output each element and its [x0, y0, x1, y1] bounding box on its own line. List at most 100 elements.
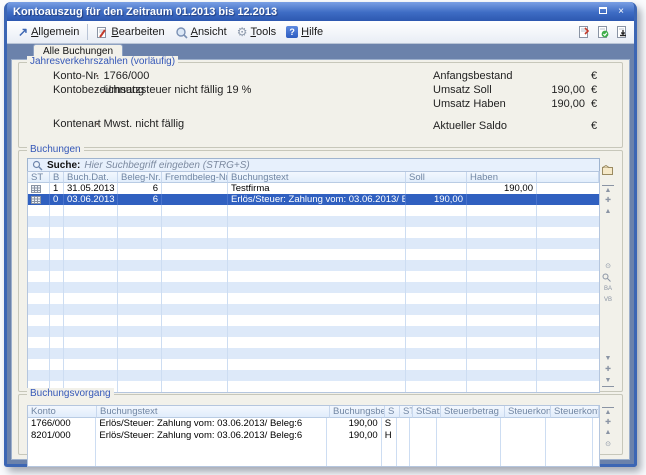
scroll-down-icon[interactable]: ▼ [602, 354, 614, 365]
table-cell-fremdbeleg [162, 315, 228, 326]
table-row[interactable]: 131.05.20136Testfirma190,00 [28, 183, 599, 194]
table-empty-row[interactable] [28, 326, 599, 337]
table-cell-steuerkonto1 [501, 442, 547, 454]
scroll-last-icon[interactable]: ▼ [602, 376, 614, 387]
column-header[interactable]: Haben [467, 172, 537, 183]
table-cell-text [96, 442, 327, 454]
filter-icon[interactable]: ⊙ [602, 440, 614, 450]
bookings-group-title: Buchungen [27, 144, 84, 155]
table-cell-haben [467, 271, 537, 282]
table-empty-row[interactable] [28, 315, 599, 326]
table-empty-row[interactable] [28, 304, 599, 315]
table-empty-row[interactable] [28, 238, 599, 249]
approve-document-icon[interactable] [596, 25, 609, 39]
table-cell-b [50, 315, 64, 326]
close-icon[interactable]: × [614, 6, 628, 18]
ba-icon[interactable]: BA [602, 284, 614, 295]
restore-icon[interactable] [596, 6, 610, 18]
column-header[interactable]: Beleg-Nr. [118, 172, 162, 183]
menu-bearbeiten[interactable]: Bearbeiten [91, 24, 169, 41]
column-header[interactable]: Buchungstext [228, 172, 406, 183]
scroll-up-icon[interactable]: ▲ [602, 428, 614, 438]
table-empty-row[interactable] [28, 260, 599, 271]
table-row[interactable]: 003.06.20136Erlös/Steuer: Zahlung vom: 0… [28, 194, 599, 205]
table-empty-row[interactable] [28, 348, 599, 359]
table-empty-row[interactable] [28, 293, 599, 304]
table-empty-row[interactable] [28, 227, 599, 238]
table-cell-betrag: 190,00 [327, 430, 382, 442]
table-cell-text [228, 337, 406, 348]
table-empty-row[interactable] [28, 370, 599, 381]
scroll-page-up-icon[interactable]: ✚ [602, 196, 614, 207]
table-cell-date [64, 238, 118, 249]
column-options-icon[interactable] [602, 165, 614, 176]
table-cell-beleg [118, 370, 162, 381]
table-cell-haben: 190,00 [467, 183, 537, 194]
scroll-first-icon[interactable]: ▲ [602, 185, 614, 196]
table-cell-steuerkonto2 [546, 442, 593, 454]
table-cell-date [64, 293, 118, 304]
column-header[interactable]: ST [28, 172, 50, 183]
table-cell-fremdbeleg [162, 183, 228, 194]
report-document-icon[interactable] [577, 25, 590, 39]
table-empty-row[interactable] [28, 454, 599, 466]
column-header[interactable]: B [50, 172, 64, 183]
export-document-icon[interactable] [615, 25, 628, 39]
table-header-row: STBBuch.Dat.Beleg-Nr.Fremdbeleg-Nr.Buchu… [28, 172, 599, 183]
table-empty-row[interactable] [28, 282, 599, 293]
table-cell-spacer [537, 216, 599, 227]
column-header[interactable]: Fremdbeleg-Nr. [162, 172, 228, 183]
column-header[interactable]: Buchungstext [97, 406, 330, 418]
vb-icon[interactable]: VB [602, 295, 614, 306]
menu-ansicht[interactable]: Ansicht [170, 24, 232, 41]
menu-tools[interactable]: ⚙ Tools [232, 24, 281, 40]
column-header[interactable]: Steuerkonto 2 [551, 406, 599, 418]
table-cell-beleg [118, 315, 162, 326]
column-header[interactable]: StSatz [413, 406, 441, 418]
table-empty-row[interactable] [28, 359, 599, 370]
table-empty-row[interactable] [28, 249, 599, 260]
table-empty-row[interactable] [28, 271, 599, 282]
column-header[interactable]: Steuerbetrag [441, 406, 505, 418]
table-cell-spacer [593, 442, 599, 454]
column-header[interactable]: ST [400, 406, 413, 418]
table-cell-fremdbeleg [162, 337, 228, 348]
scroll-page-down-icon[interactable]: ✚ [602, 365, 614, 376]
table-empty-row[interactable] [28, 205, 599, 216]
menu-allgemein[interactable]: ↗ Allgemein [13, 24, 84, 40]
filter-icon[interactable]: ⊙ [602, 262, 614, 273]
column-header[interactable]: Buchungsbetrag [330, 406, 385, 418]
field-value: ▪1766/000 [96, 70, 149, 82]
table-header-row: KontoBuchungstextBuchungsbetragSSTStSatz… [28, 406, 599, 418]
column-header[interactable]: Buch.Dat. [64, 172, 118, 183]
table-empty-row[interactable] [28, 337, 599, 348]
table-empty-row[interactable] [28, 442, 599, 454]
help-icon: ? [286, 26, 298, 38]
menu-hilfe[interactable]: ? Hilfe [281, 24, 328, 40]
column-header[interactable]: Soll [406, 172, 467, 183]
scroll-page-up-icon[interactable]: ✚ [602, 418, 614, 428]
table-cell-fremdbeleg [162, 282, 228, 293]
table-cell-sticon [28, 249, 50, 260]
table-empty-row[interactable] [28, 381, 599, 392]
table-cell-steuerbetrag [437, 418, 500, 430]
app-window: Kontoauszug für den Zeitraum 01.2013 bis… [4, 2, 637, 467]
scroll-first-icon[interactable]: ▲ [602, 407, 614, 418]
table-cell-soll [406, 271, 467, 282]
table-row[interactable]: 1766/000Erlös/Steuer: Zahlung vom: 03.06… [28, 418, 599, 430]
table-row[interactable]: 8201/000Erlös/Steuer: Zahlung vom: 03.06… [28, 430, 599, 442]
column-header[interactable]: Konto [28, 406, 97, 418]
table-cell-soll [406, 315, 467, 326]
table-cell-date [64, 370, 118, 381]
table-cell-haben [467, 205, 537, 216]
zoom-icon[interactable] [602, 273, 614, 284]
search-bar[interactable]: Suche: Hier Suchbegriff eingeben (STRG+S… [27, 158, 600, 172]
table-cell-haben [467, 381, 537, 392]
table-empty-row[interactable] [28, 216, 599, 227]
bullet-icon: ▪ [96, 121, 98, 128]
column-header[interactable] [537, 172, 599, 183]
column-header[interactable]: S [385, 406, 400, 418]
transaction-table: KontoBuchungstextBuchungsbetragSSTStSatz… [27, 405, 600, 467]
scroll-up-icon[interactable]: ▲ [602, 207, 614, 218]
column-header[interactable]: Steuerkonto 1 [505, 406, 551, 418]
